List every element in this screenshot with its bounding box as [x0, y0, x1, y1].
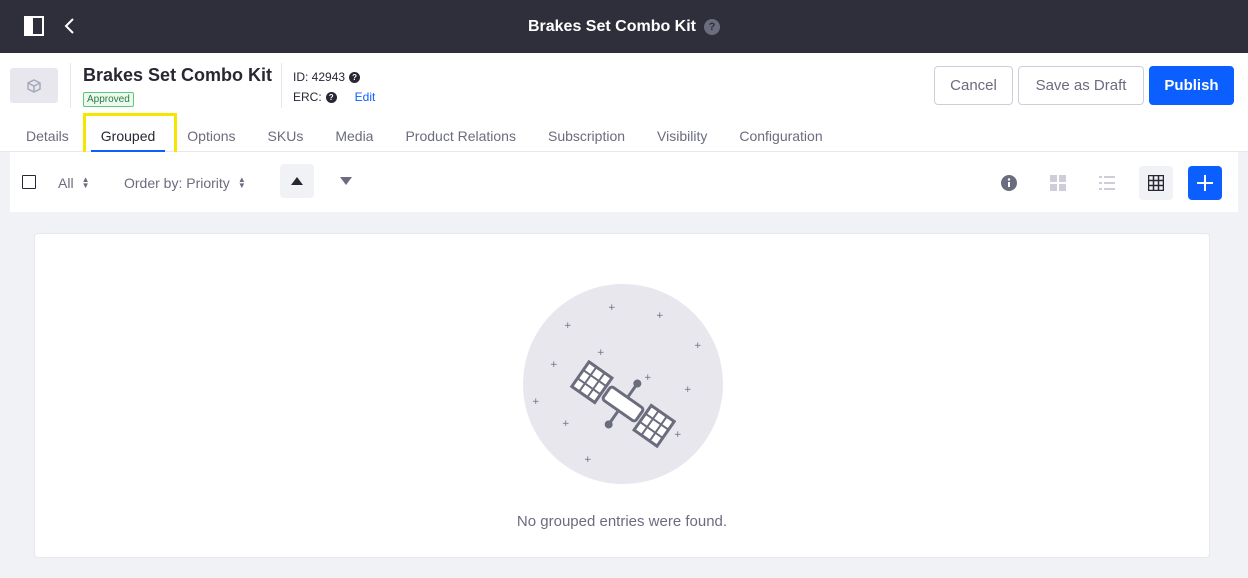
svg-text:+: + — [562, 419, 570, 429]
table-view-icon[interactable] — [1139, 166, 1173, 200]
top-bar: Brakes Set Combo Kit ? — [0, 0, 1248, 53]
order-by-label: Order by: Priority — [124, 175, 230, 191]
save-as-draft-button[interactable]: Save as Draft — [1018, 66, 1144, 105]
svg-text:+: + — [550, 360, 558, 370]
divider — [70, 63, 71, 108]
empty-state-message: No grouped entries were found. — [516, 513, 728, 530]
product-name: Brakes Set Combo Kit — [83, 65, 273, 85]
sort-ascending-button[interactable] — [280, 164, 314, 198]
divider — [281, 63, 282, 108]
order-by-dropdown[interactable]: Order by: Priority ▲ ▼ — [124, 175, 246, 191]
svg-text:+: + — [608, 303, 616, 313]
erc-label: ERC: — [293, 90, 322, 104]
erc-help-icon[interactable]: ? — [325, 91, 337, 103]
tab-grouped[interactable]: Grouped — [85, 121, 171, 152]
empty-state-card: + + + + + + + + + + + + No grouped entries were … — [34, 233, 1210, 558]
tab-configuration[interactable]: Configuration — [723, 121, 838, 152]
edit-erc-link[interactable]: Edit — [355, 90, 376, 104]
svg-text:+: + — [644, 373, 652, 383]
info-icon[interactable] — [992, 166, 1026, 200]
add-button[interactable] — [1188, 166, 1222, 200]
product-thumbnail — [10, 68, 58, 103]
tab-visibility[interactable]: Visibility — [641, 121, 723, 152]
product-id: ID: 42943 ? — [293, 70, 361, 84]
publish-button[interactable]: Publish — [1149, 66, 1234, 105]
product-header: Brakes Set Combo Kit Approved ID: 42943 … — [0, 53, 1248, 152]
caret-down-icon — [340, 177, 352, 185]
help-icon[interactable]: ? — [704, 18, 721, 35]
tab-options[interactable]: Options — [171, 121, 251, 152]
page-title: Brakes Set Combo Kit — [527, 17, 697, 35]
product-id-label: ID: 42943 — [293, 70, 346, 84]
tab-bar: Details Grouped Options SKUs Media Produ… — [10, 121, 839, 152]
svg-text:+: + — [584, 455, 592, 465]
cards-view-icon[interactable] — [1041, 166, 1075, 200]
svg-text:+: + — [532, 397, 540, 407]
status-badge: Approved — [83, 92, 134, 107]
tab-details[interactable]: Details — [10, 121, 85, 152]
satellite-illustration-icon: + + + + + + + + + + + + — [523, 284, 723, 484]
svg-text:+: + — [684, 385, 692, 395]
sort-descending-button[interactable] — [329, 164, 363, 198]
svg-text:+: + — [564, 321, 572, 331]
filter-label: All — [58, 175, 74, 191]
cancel-button[interactable]: Cancel — [934, 66, 1013, 105]
id-help-icon[interactable]: ? — [349, 71, 361, 83]
select-all-checkbox[interactable] — [22, 175, 36, 189]
caret-double-icon: ▲ ▼ — [81, 175, 90, 190]
management-toolbar: All ▲ ▼ Order by: Priority ▲ ▼ — [10, 152, 1238, 212]
filter-dropdown[interactable]: All ▲ ▼ — [58, 175, 89, 191]
tab-media[interactable]: Media — [319, 121, 389, 152]
tab-product-relations[interactable]: Product Relations — [389, 121, 532, 152]
page-title-wrap: Brakes Set Combo Kit ? — [0, 0, 1248, 53]
svg-text:+: + — [597, 348, 605, 358]
caret-double-icon: ▲ ▼ — [237, 175, 246, 190]
plus-icon — [1197, 175, 1213, 191]
svg-text:+: + — [694, 341, 702, 351]
list-view-icon[interactable] — [1090, 166, 1124, 200]
tab-subscription[interactable]: Subscription — [532, 121, 641, 152]
caret-up-icon — [291, 177, 303, 185]
tab-skus[interactable]: SKUs — [252, 121, 320, 152]
box-icon — [27, 78, 41, 93]
svg-text:+: + — [656, 311, 664, 321]
svg-text:+: + — [674, 430, 682, 440]
product-erc: ERC: ? Edit — [293, 90, 375, 104]
